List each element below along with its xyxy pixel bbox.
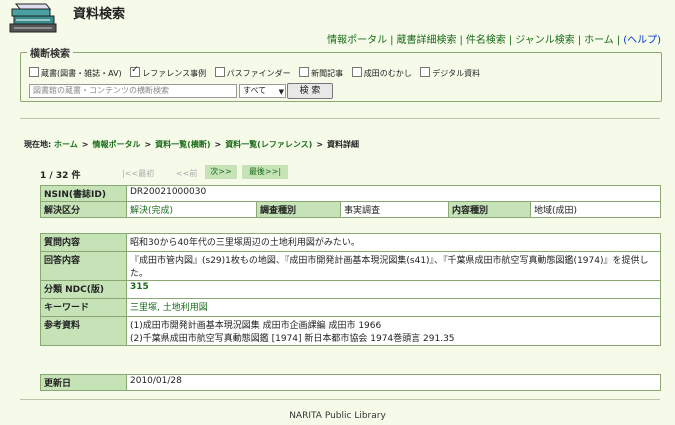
breadcrumb: 現在地: ホーム > 情報ポータル > 資料一覧(横断) > 資料一覧(レファレンス) > 資料…: [24, 140, 360, 149]
cross-search-legend: 横断検索: [27, 45, 73, 60]
search-input[interactable]: 図書館の蔵書・コンテンツの横断検索: [29, 84, 237, 98]
pager: 1 / 32 件 |<<最初 <<前 次>> 最後>>|: [40, 165, 288, 181]
record-detail-table: 質問内容 昭和30から40年代の三里塚周辺の土地利用図がみたい。 回答内容 『成…: [40, 233, 661, 346]
reference-line: (2)千葉県成田市航空写真動態図鑑 [1974] 新日本都市協会 1974巻頭言…: [130, 334, 455, 344]
divider: [20, 118, 660, 119]
checkbox-newspaper[interactable]: 新聞記事: [299, 67, 343, 79]
checkbox-label: デジタル資料: [432, 69, 481, 78]
app-title: 資料検索: [73, 7, 126, 22]
solved-label: 解決区分: [40, 201, 127, 218]
pager-next-button[interactable]: 次>>: [205, 165, 237, 179]
breadcrumb-here-label: 現在地:: [24, 140, 52, 149]
ndc-value[interactable]: 315: [126, 280, 661, 299]
books-logo-icon: [9, 3, 57, 33]
nav-info-portal[interactable]: 情報ポータル: [327, 35, 387, 46]
checkbox-box[interactable]: [214, 67, 225, 77]
question-value: 昭和30から40年代の三里塚周辺の土地利用図がみたい。: [126, 233, 661, 252]
breadcrumb-home[interactable]: ホーム: [54, 140, 78, 149]
checkbox-label: 成田のむかし: [363, 69, 412, 78]
reference-line: (1)成田市開発計画基本現況図集 成田市企画課編 成田市 1966: [130, 321, 382, 331]
nsin-label: NSIN(書誌ID): [40, 185, 127, 202]
checkbox-collection[interactable]: 蔵書(図書・雑誌・AV): [29, 67, 122, 79]
nav-home[interactable]: ホーム: [584, 35, 614, 46]
answer-label: 回答内容: [40, 251, 127, 281]
pager-first: |<<最初: [122, 169, 155, 178]
solved-value[interactable]: 解決(完成): [126, 201, 257, 218]
checkbox-box[interactable]: [29, 67, 39, 77]
answer-value: 『成田市管内図』(s29)1枚もの地図、『成田市開発計画基本現況図集(s41)』…: [126, 251, 661, 281]
checkbox-label: レファレンス事例: [142, 69, 207, 78]
checkbox-box[interactable]: [420, 67, 431, 77]
checkbox-digital[interactable]: デジタル資料: [420, 67, 480, 79]
checkbox-pathfinder[interactable]: パスファインダー: [214, 67, 291, 79]
checkbox-old-narita[interactable]: 成田のむかし: [351, 67, 412, 79]
checkbox-box-checked[interactable]: [130, 65, 141, 77]
chevron-down-icon: ▼: [278, 88, 284, 96]
keyword-label: キーワード: [40, 298, 127, 317]
updated-label: 更新日: [40, 374, 127, 391]
checkbox-label: 新聞記事: [311, 69, 344, 78]
keyword-value[interactable]: 三里塚, 土地利用図: [126, 298, 661, 317]
nav-detail-search[interactable]: 蔵書詳細検索: [396, 35, 456, 46]
content-value: 地域(成田): [529, 201, 662, 218]
content-label: 内容種別: [448, 201, 531, 218]
survey-value: 事実調査: [340, 201, 449, 218]
scope-select[interactable]: すべて ▼: [239, 84, 286, 98]
reference-label: 参考資料: [40, 316, 127, 346]
nav-genre-search[interactable]: ジャンル検索: [515, 35, 575, 46]
checkbox-reference[interactable]: レファレンス事例: [130, 65, 207, 79]
divider: [20, 399, 660, 400]
pager-prev: <<前: [176, 169, 198, 178]
updated-value: 2010/01/28: [126, 374, 661, 391]
record-update-table: 更新日 2010/01/28: [40, 374, 661, 391]
search-button[interactable]: 検 索: [287, 83, 333, 99]
breadcrumb-current: 資料詳細: [327, 140, 360, 149]
scope-select-value: すべて: [243, 86, 267, 95]
ndc-label: 分類 NDC(版): [40, 280, 127, 299]
checkbox-label: パスファインダー: [226, 69, 291, 78]
reference-value: (1)成田市開発計画基本現況図集 成田市企画課編 成田市 1966 (2)千葉県…: [126, 316, 661, 346]
checkbox-label: 蔵書(図書・雑誌・AV): [41, 69, 122, 78]
nsin-value: DR20021000030: [125, 185, 662, 202]
breadcrumb-list-reference[interactable]: 資料一覧(レファレンス): [225, 140, 312, 149]
survey-label: 調査種別: [256, 201, 341, 218]
nav-subject-search[interactable]: 件名検索: [466, 35, 506, 46]
pager-last-button[interactable]: 最後>>|: [242, 165, 288, 179]
header: 資料検索 情報ポータル | 蔵書詳細検索 | 件名検索 | ジャンル検索 | ホーム | (ヘルプ): [0, 0, 675, 46]
breadcrumb-info-portal[interactable]: 情報ポータル: [92, 140, 140, 149]
checkbox-box[interactable]: [299, 67, 310, 77]
search-target-checkboxes: 蔵書(図書・雑誌・AV) レファレンス事例 パスファインダー 新聞記事 成田のむ…: [29, 65, 486, 79]
checkbox-box[interactable]: [351, 67, 362, 77]
cross-search-panel: 横断検索 蔵書(図書・雑誌・AV) レファレンス事例 パスファインダー 新聞記事…: [20, 45, 662, 102]
top-navigation: 情報ポータル | 蔵書詳細検索 | 件名検索 | ジャンル検索 | ホーム | (ヘルプ): [327, 35, 661, 46]
nav-help[interactable]: (ヘルプ): [623, 35, 661, 46]
record-count: 1 / 32 件: [40, 171, 81, 181]
footer-library-name: NARITA Public Library: [289, 411, 386, 421]
breadcrumb-list-cross[interactable]: 資料一覧(横断): [155, 140, 210, 149]
question-label: 質問内容: [40, 233, 127, 252]
record-header-table: NSIN(書誌ID) DR20021000030 解決区分 解決(完成) 調査種…: [40, 185, 662, 218]
